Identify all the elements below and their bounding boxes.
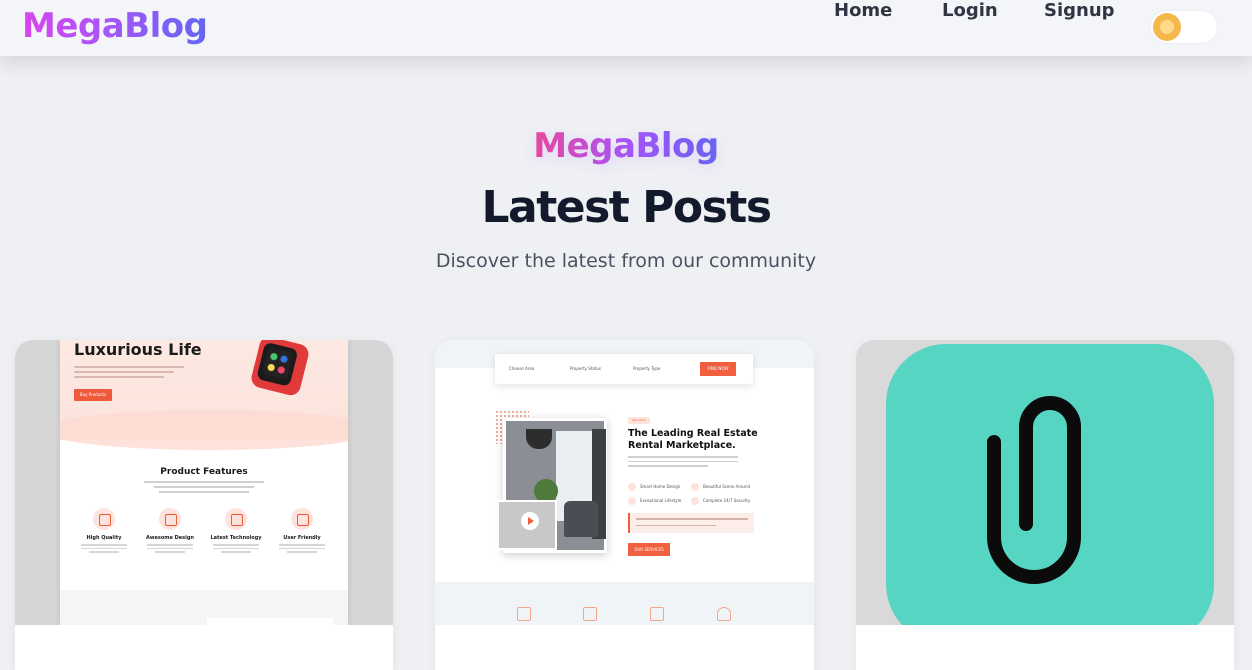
page-title: Latest Posts <box>481 182 772 233</box>
post-thumbnail[interactable] <box>856 340 1234 644</box>
feature-item: Latest Technology <box>206 508 266 553</box>
post-card[interactable]: Luxurious Life Buy Products Product Feat… <box>15 340 393 670</box>
post-card-footer <box>435 625 814 670</box>
post-card[interactable]: Choose Area Property Status Property Typ… <box>435 340 814 670</box>
nav-login-link[interactable]: Login <box>942 0 998 21</box>
brand-logo[interactable]: MegaBlog <box>22 6 208 46</box>
armchair-icon <box>717 607 731 621</box>
nav-signup-link[interactable]: Signup <box>1044 0 1115 21</box>
building-icon <box>583 607 597 621</box>
thumbnail-search-bar: Choose Area Property Status Property Typ… <box>495 354 753 384</box>
feature-item: Awesome Design <box>140 508 200 553</box>
feature-icon <box>159 508 181 530</box>
nav-home-link[interactable]: Home <box>834 0 892 21</box>
post-thumbnail[interactable]: Luxurious Life Buy Products Product Feat… <box>15 340 393 638</box>
feature-icon <box>225 508 247 530</box>
theme-toggle[interactable] <box>1150 10 1218 44</box>
paperclip-icon <box>987 396 1081 584</box>
feature-icon <box>291 508 313 530</box>
play-icon <box>521 512 539 530</box>
thumbnail-title: Luxurious Life <box>74 340 202 359</box>
thumbnail-heading: The Leading Real Estate Rental Marketpla… <box>628 428 758 451</box>
post-thumbnail[interactable]: Choose Area Property Status Property Typ… <box>435 340 814 625</box>
navbar: MegaBlog Home Login Signup <box>0 0 1252 56</box>
post-card[interactable] <box>856 340 1234 670</box>
feature-icon <box>93 508 115 530</box>
post-card-footer <box>15 625 393 670</box>
thumbnail-button: Buy Products <box>74 389 112 401</box>
post-card-footer <box>856 625 1234 670</box>
sun-icon <box>1153 13 1181 41</box>
page-subtitle: Discover the latest from our community <box>435 250 817 272</box>
feature-item: User Friendly <box>272 508 332 553</box>
thumbnail-section-title: Product Features <box>160 467 248 477</box>
hero-brand: MegaBlog <box>533 126 719 166</box>
thumbnail-landing-page: Luxurious Life Buy Products Product Feat… <box>60 340 348 625</box>
feature-item: High Quality <box>74 508 134 553</box>
building-icon <box>517 607 531 621</box>
building-icon <box>650 607 664 621</box>
app-tile <box>886 344 1214 644</box>
